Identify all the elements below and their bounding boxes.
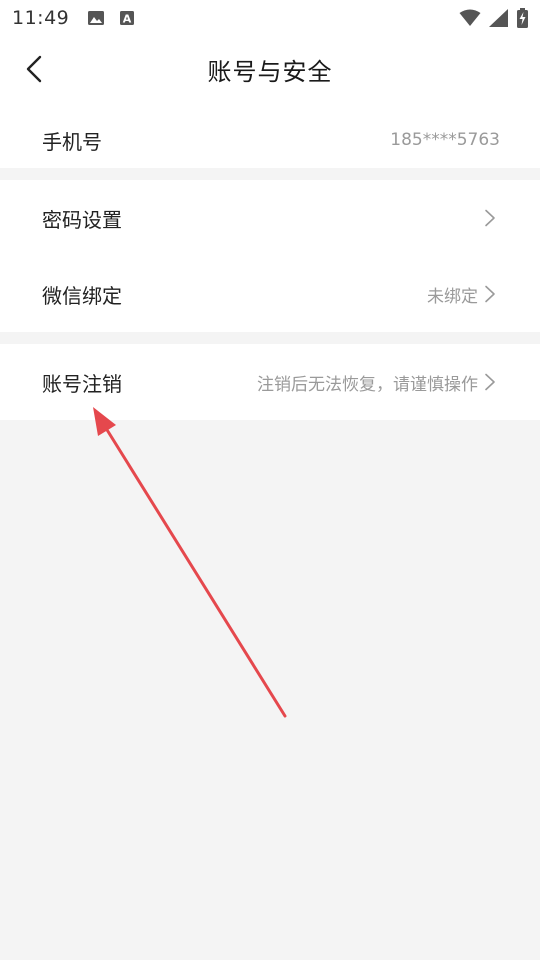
phone-label: 手机号 [42, 129, 102, 154]
status-time: 11:49 [12, 7, 70, 29]
account-cancellation-row[interactable]: 账号注销 注销后无法恢复，请谨慎操作 [0, 344, 540, 420]
status-bar: 11:49 A [0, 0, 540, 36]
account-cancellation-hint: 注销后无法恢复，请谨慎操作 [257, 374, 478, 395]
password-settings-row[interactable]: 密码设置 [0, 180, 540, 256]
wechat-binding-row[interactable]: 微信绑定 未绑定 [0, 256, 540, 332]
chevron-right-icon [485, 373, 495, 391]
status-right-icons [459, 8, 528, 28]
battery-charging-icon [517, 8, 528, 28]
account-cancellation-label: 账号注销 [42, 371, 122, 396]
phone-value: 185****5763 [390, 130, 500, 150]
phone-group: 手机号 185****5763 [0, 102, 540, 168]
status-left-icons: A [87, 10, 135, 26]
back-button[interactable] [18, 53, 50, 85]
svg-text:A: A [123, 13, 132, 26]
section-divider [0, 332, 540, 344]
wechat-binding-label: 微信绑定 [42, 283, 122, 308]
signal-icon [489, 9, 508, 27]
password-settings-label: 密码设置 [42, 207, 122, 232]
annotation-arrow-shaft [102, 423, 287, 718]
chevron-right-icon [485, 285, 495, 303]
wifi-icon [459, 9, 481, 26]
chevron-right-icon [485, 209, 495, 227]
security-group: 密码设置 微信绑定 未绑定 [0, 180, 540, 332]
wechat-binding-status: 未绑定 [427, 286, 478, 307]
image-icon [88, 11, 105, 25]
nav-bar: 账号与安全 [0, 36, 540, 102]
phone-row: 手机号 185****5763 [0, 102, 540, 168]
cancel-group: 账号注销 注销后无法恢复，请谨慎操作 [0, 344, 540, 420]
page-title: 账号与安全 [207, 57, 333, 86]
chevron-left-icon [26, 55, 42, 83]
a-text-icon: A [120, 11, 135, 26]
section-divider [0, 168, 540, 180]
